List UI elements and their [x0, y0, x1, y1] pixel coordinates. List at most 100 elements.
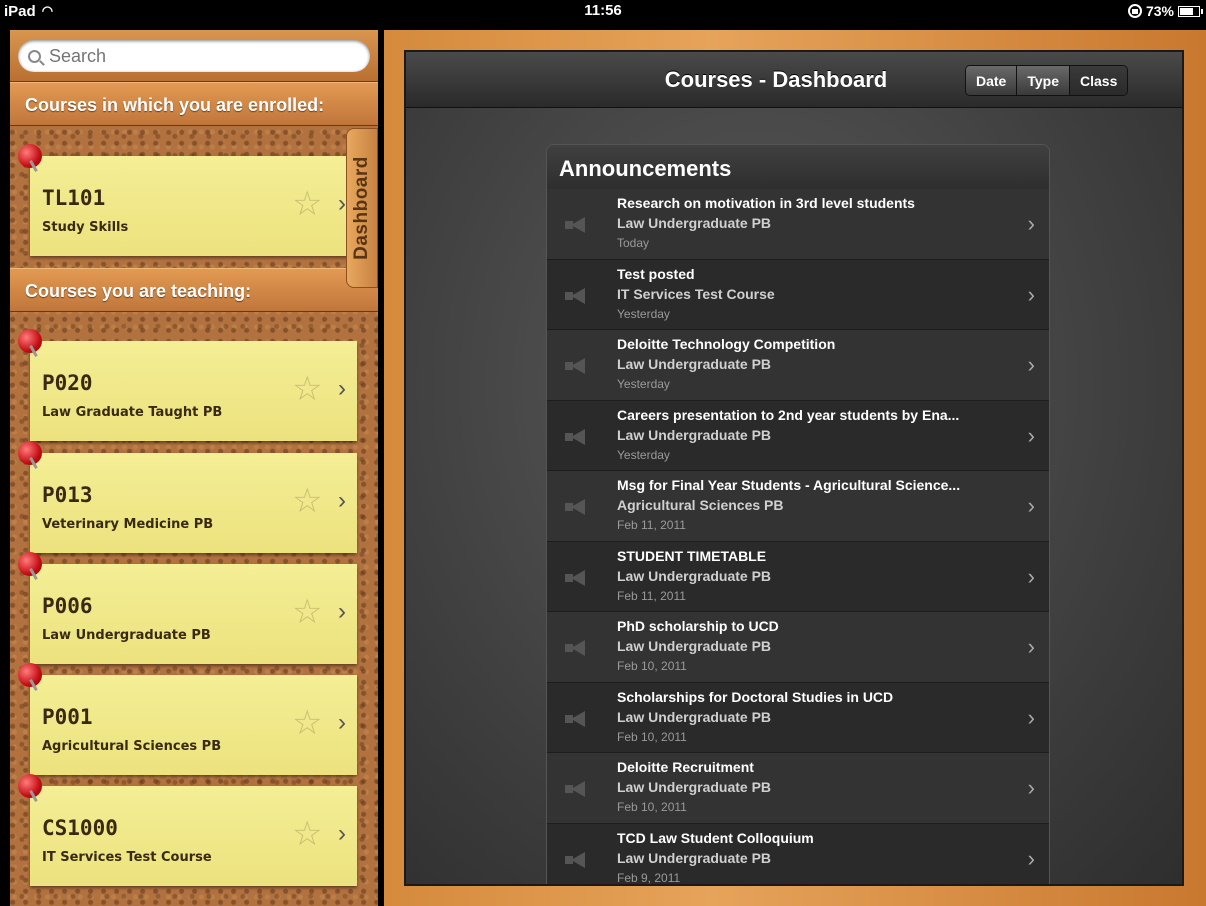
chevron-right-icon: › [1027, 704, 1035, 730]
announcement-date: Feb 10, 2011 [617, 729, 687, 744]
sort-class-button[interactable]: Class [1070, 66, 1128, 95]
announcement-row[interactable]: TCD Law Student Colloquium Law Undergradu… [547, 823, 1049, 885]
announcement-course: Agricultural Sciences PB [617, 497, 784, 513]
course-code: CS1000 [42, 816, 118, 840]
course-code: P006 [42, 594, 93, 618]
announcements-list: Research on motivation in 3rd level stud… [547, 189, 1049, 885]
announcement-title: STUDENT TIMETABLE [617, 547, 767, 564]
megaphone-icon [565, 286, 591, 306]
course-title: Law Graduate Taught PB [42, 405, 223, 420]
search-field[interactable] [18, 40, 370, 72]
announcement-course: Law Undergraduate PB [617, 215, 772, 231]
announcement-row[interactable]: Deloitte Recruitment Law Undergraduate PB… [547, 753, 1049, 824]
chevron-right-icon: › [338, 820, 346, 847]
course-code: P001 [42, 705, 93, 729]
course-code: P013 [42, 483, 93, 507]
announcement-date: Feb 10, 2011 [617, 659, 687, 673]
favorite-star-icon[interactable]: ☆ [292, 592, 322, 632]
announcement-course: Law Undergraduate PB [617, 426, 772, 443]
battery-fill [1180, 7, 1194, 15]
announcement-title: Scholarships for Doctoral Studies in UCD [617, 688, 894, 705]
chevron-right-icon: › [1027, 422, 1035, 448]
course-title: Law Undergraduate PB [42, 628, 211, 643]
announcement-title: Careers presentation to 2nd year student… [617, 406, 960, 423]
favorite-star-icon[interactable]: ☆ [292, 369, 322, 409]
course-title: Veterinary Medicine PB [42, 517, 214, 532]
announcement-title: PhD scholarship to UCD [617, 618, 779, 634]
announcement-date: Yesterday [617, 306, 670, 321]
announcement-course: Law Undergraduate PB [617, 849, 772, 866]
sort-type-button[interactable]: Type [1017, 66, 1070, 95]
course-card-teaching[interactable]: P001 Agricultural Sciences PB ☆ › [18, 663, 357, 775]
enrolled-section-header: Courses in which you are enrolled: [10, 82, 378, 126]
announcement-row[interactable]: Test posted IT Services Test Course Yester… [547, 259, 1049, 330]
announcement-date: Feb 11, 2011 [617, 588, 686, 603]
status-bar: iPad ◠ 11:56 73% [0, 0, 1206, 30]
chevron-right-icon: › [1027, 845, 1035, 871]
announcement-course: Law Undergraduate PB [617, 356, 772, 372]
sidebar: Courses in which you are enrolled: TL101… [10, 30, 378, 906]
battery-icon [1178, 5, 1203, 17]
chevron-right-icon: › [1027, 281, 1035, 307]
wood-frame: Courses - Dashboard Date Type Class Anno… [384, 30, 1206, 906]
status-right: 73% [1127, 0, 1203, 22]
pushpin-icon [18, 329, 42, 353]
search-icon [28, 49, 41, 63]
megaphone-icon [565, 356, 591, 376]
dashboard-tab-label: Dashboard [351, 156, 372, 260]
rotation-lock-icon [1127, 4, 1142, 18]
dashboard-tab[interactable]: Dashboard [346, 128, 378, 288]
announcements-panel: Announcements Research on motivation in … [546, 144, 1050, 885]
announcement-row[interactable]: Msg for Final Year Students - Agricultur… [547, 471, 1049, 542]
course-code: TL101 [42, 186, 106, 210]
announcement-date: Yesterday [617, 377, 670, 391]
search-input[interactable] [49, 45, 349, 67]
course-title: Study Skills [42, 220, 129, 235]
course-card-teaching[interactable]: P013 Veterinary Medicine PB ☆ › [18, 441, 357, 553]
announcement-title: Deloitte Technology Competition [617, 336, 836, 352]
announcement-title: Deloitte Recruitment [617, 759, 754, 775]
announcement-title: Research on motivation in 3rd level stud… [617, 195, 915, 211]
announcement-date: Feb 10, 2011 [617, 800, 687, 814]
megaphone-icon [565, 497, 591, 517]
announcement-date: Feb 9, 2011 [617, 870, 681, 885]
announcement-row[interactable]: PhD scholarship to UCD Law Undergraduate … [547, 612, 1049, 683]
chevron-right-icon: › [338, 487, 346, 514]
megaphone-icon [565, 638, 591, 658]
chalkboard: Courses - Dashboard Date Type Class Anno… [404, 50, 1184, 886]
megaphone-icon [565, 215, 591, 235]
announcement-title: TCD Law Student Colloquium [617, 829, 814, 846]
announcement-row[interactable]: Scholarships for Doctoral Studies in UCD… [547, 682, 1049, 753]
nav-bar: Courses - Dashboard Date Type Class [406, 52, 1182, 108]
course-title: Agricultural Sciences PB [42, 739, 222, 754]
pushpin-icon [18, 552, 42, 576]
status-clock: 11:56 [584, 2, 622, 19]
announcements-title: Announcements [547, 145, 1049, 189]
announcement-title: Msg for Final Year Students - Agricultur… [617, 477, 961, 493]
megaphone-icon [565, 568, 591, 588]
pushpin-icon [18, 774, 42, 798]
megaphone-icon [565, 709, 591, 729]
announcement-row[interactable]: STUDENT TIMETABLE Law Undergraduate PB Feb… [547, 541, 1049, 612]
course-card-teaching[interactable]: P006 Law Undergraduate PB ☆ › [18, 552, 357, 664]
favorite-star-icon[interactable]: ☆ [292, 703, 322, 743]
announcement-course: Law Undergraduate PB [617, 567, 772, 584]
pushpin-icon [18, 441, 42, 465]
announcement-course: Law Undergraduate PB [617, 779, 772, 795]
megaphone-icon [565, 779, 591, 799]
chevron-right-icon: › [338, 598, 346, 625]
announcement-title: Test posted [617, 265, 695, 282]
course-card-teaching[interactable]: P020 Law Graduate Taught PB ☆ › [18, 329, 357, 441]
chevron-right-icon: › [1027, 634, 1035, 659]
announcement-course: IT Services Test Course [617, 285, 775, 302]
favorite-star-icon[interactable]: ☆ [292, 814, 322, 854]
announcement-row[interactable]: Research on motivation in 3rd level stud… [547, 189, 1049, 260]
course-card-enrolled[interactable]: TL101 Study Skills ☆ › [18, 144, 357, 256]
announcement-row[interactable]: Careers presentation to 2nd year student… [547, 400, 1049, 471]
sort-date-button[interactable]: Date [966, 66, 1018, 95]
favorite-star-icon[interactable]: ☆ [292, 481, 322, 521]
course-card-teaching[interactable]: CS1000 IT Services Test Course ☆ › [18, 774, 357, 886]
announcement-row[interactable]: Deloitte Technology Competition Law Under… [547, 330, 1049, 401]
announcement-date: Yesterday [617, 447, 670, 462]
favorite-star-icon[interactable]: ☆ [292, 184, 322, 224]
